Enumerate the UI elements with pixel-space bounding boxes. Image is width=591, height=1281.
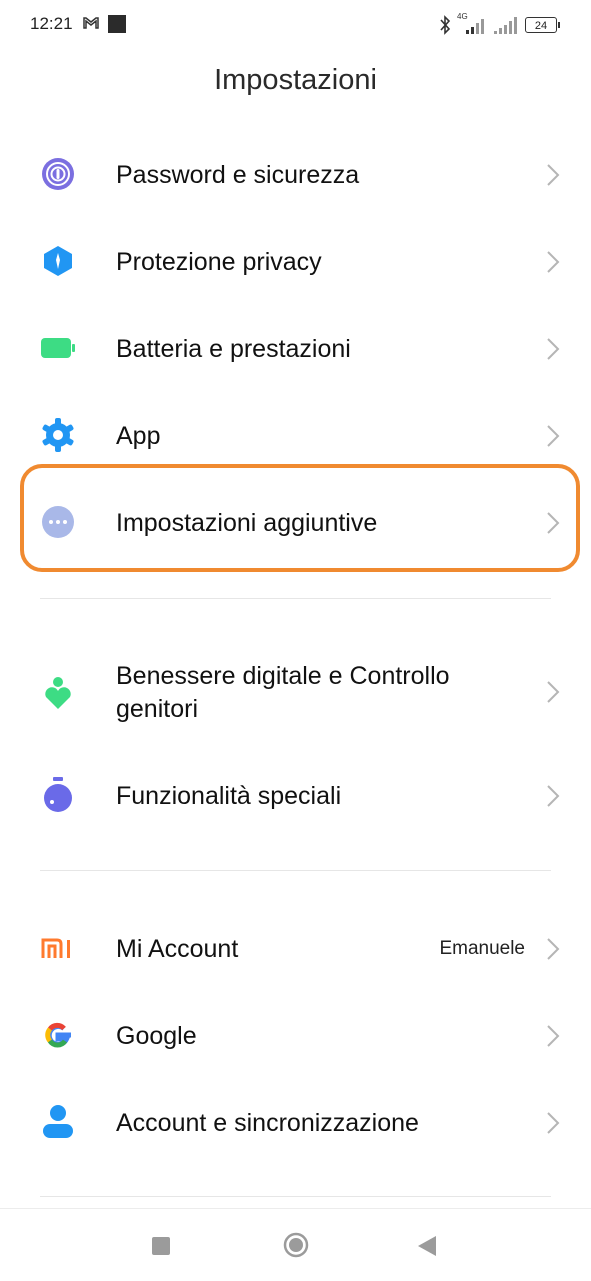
- settings-item-label: Batteria e prestazioni: [116, 335, 351, 363]
- settings-item-label: Funzionalità speciali: [116, 782, 342, 810]
- settings-item-label: Mi Account: [116, 935, 239, 963]
- status-bar: 12:21 4G 24: [0, 0, 591, 50]
- recents-button[interactable]: [152, 1237, 170, 1255]
- bluetooth-icon: [440, 15, 451, 35]
- chevron-right-icon: [547, 425, 560, 447]
- chevron-right-icon: [547, 251, 560, 273]
- settings-item-label: App: [116, 422, 161, 450]
- settings-item-label: Password e sicurezza: [116, 161, 360, 189]
- mi-logo-icon: [38, 928, 78, 968]
- settings-item-label-line2: genitori: [116, 695, 198, 723]
- section-divider: [40, 870, 551, 871]
- settings-item-special-features[interactable]: Funzionalità speciali: [0, 753, 591, 839]
- chevron-right-icon: [547, 338, 560, 360]
- chevron-right-icon: [547, 938, 560, 960]
- settings-item-label-line1: Benessere digitale e Controllo: [116, 662, 450, 690]
- signal-icon: [494, 17, 517, 34]
- settings-item-label: Protezione privacy: [116, 248, 322, 276]
- notification-icon: [108, 15, 126, 33]
- settings-item-label: Account e sincronizzazione: [116, 1109, 419, 1137]
- settings-item-accounts-sync[interactable]: Account e sincronizzazione: [0, 1080, 591, 1166]
- chevron-right-icon: [547, 164, 560, 186]
- chevron-right-icon: [547, 785, 560, 807]
- chevron-right-icon: [547, 1025, 560, 1047]
- fingerprint-icon: [38, 154, 78, 194]
- settings-item-privacy-protection[interactable]: Protezione privacy: [0, 219, 591, 305]
- chevron-right-icon: [547, 1112, 560, 1134]
- status-time: 12:21: [30, 14, 73, 33]
- settings-item-digital-wellbeing[interactable]: Benessere digitale e Controllo genitori: [0, 645, 591, 745]
- battery-icon: [38, 328, 78, 368]
- section-divider: [40, 598, 551, 599]
- mi-account-name: Emanuele: [439, 938, 525, 959]
- settings-item-battery-performance[interactable]: Batteria e prestazioni: [0, 306, 591, 392]
- chevron-right-icon: [547, 681, 560, 703]
- special-features-icon: [38, 775, 78, 815]
- privacy-shield-icon: [38, 241, 78, 281]
- signal-4g-icon: 4G: [457, 12, 487, 35]
- google-icon: [38, 1015, 78, 1055]
- highlight-annotation: [20, 464, 580, 572]
- settings-item-google[interactable]: Google: [0, 993, 591, 1079]
- gear-icon: [38, 415, 78, 455]
- back-button[interactable]: [416, 1234, 438, 1258]
- navigation-bar: [0, 1208, 591, 1281]
- status-icons: 4G 24: [439, 12, 560, 36]
- gmail-notification-icon: [83, 17, 99, 29]
- settings-item-mi-account[interactable]: Mi Account Emanuele: [0, 906, 591, 992]
- account-icon: [38, 1102, 78, 1142]
- settings-item-password-security[interactable]: Password e sicurezza: [0, 132, 591, 218]
- home-button[interactable]: [283, 1232, 309, 1258]
- digital-wellbeing-icon: [38, 673, 78, 713]
- page-title: Impostazioni: [214, 64, 377, 96]
- section-divider: [40, 1196, 551, 1197]
- settings-item-label: Google: [116, 1022, 197, 1050]
- battery-indicator: 24: [525, 17, 560, 33]
